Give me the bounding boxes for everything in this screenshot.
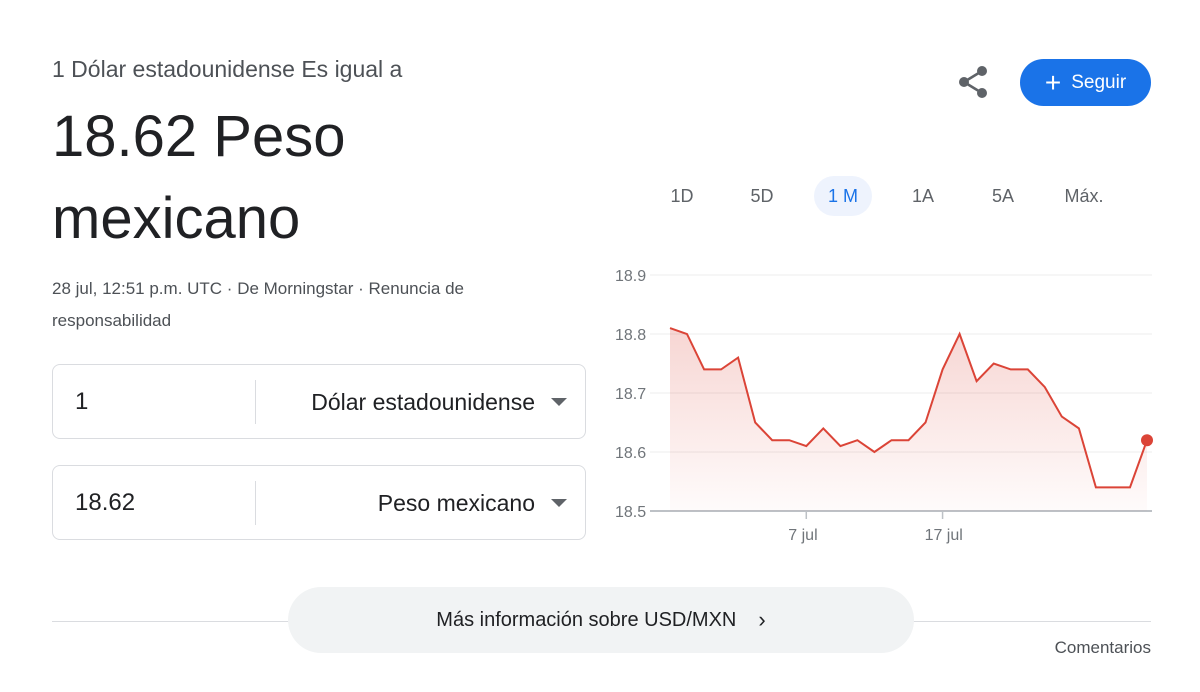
to-currency-label: Peso mexicano [377,489,535,516]
divider [255,481,256,525]
divider-right [910,621,1151,622]
y-tick-label: 18.9 [615,268,646,285]
y-tick-label: 18.7 [615,386,646,403]
plus-icon: + [1044,66,1062,98]
divider-left [52,621,292,622]
follow-label: Seguir [1071,71,1127,93]
x-tick-label: 7 jul [788,527,817,544]
more-info-label: Más información sobre USD/MXN [436,608,737,631]
range-tabs: 1D 5D 1 M 1A 5A Máx. [0,176,1200,216]
tab-5a[interactable]: 5A [978,176,1028,216]
more-info-button[interactable]: Más información sobre USD/MXN › [288,587,914,653]
data-source-link[interactable]: De Morningstar [237,279,353,298]
from-currency-select[interactable]: Dólar estadounidense [311,383,567,421]
divider [255,380,256,424]
to-currency-row: Peso mexicano [52,465,586,540]
share-icon[interactable] [955,64,991,100]
exchange-rate-chart: 18.9 18.8 18.7 18.6 18.5 7 jul 17 jul [615,268,1153,544]
quote-metadata: 28 jul, 12:51 p.m. UTC · De Morningstar … [52,273,572,337]
quote-timestamp: 28 jul, 12:51 p.m. UTC [52,279,223,298]
converted-value: 18.62 Peso [52,104,346,169]
tab-1m[interactable]: 1 M [814,176,872,216]
tab-1d[interactable]: 1D [657,176,707,216]
follow-button[interactable]: + Seguir [1020,59,1151,106]
tab-5d[interactable]: 5D [737,176,787,216]
tab-1a[interactable]: 1A [898,176,948,216]
x-tick-label: 17 jul [925,527,963,544]
to-amount-input[interactable] [75,484,245,522]
chart-area-fill [670,328,1147,511]
meta-separator: · [353,279,369,298]
meta-separator: · [222,279,238,298]
to-currency-select[interactable]: Peso mexicano [378,484,567,522]
from-amount-input[interactable] [75,383,245,421]
y-tick-label: 18.6 [615,445,646,462]
y-tick-label: 18.5 [615,504,646,521]
chart-last-point [1141,434,1153,447]
from-currency-label: Dólar estadounidense [311,388,535,415]
y-tick-label: 18.8 [615,327,646,344]
dropdown-arrow-icon [551,499,567,507]
tab-max[interactable]: Máx. [1053,176,1115,216]
conversion-subtitle: 1 Dólar estadounidense Es igual a [52,56,403,82]
from-currency-row: Dólar estadounidense [52,364,586,439]
chevron-right-icon: › [758,607,766,632]
feedback-link[interactable]: Comentarios [1055,638,1151,658]
dropdown-arrow-icon [551,398,567,406]
